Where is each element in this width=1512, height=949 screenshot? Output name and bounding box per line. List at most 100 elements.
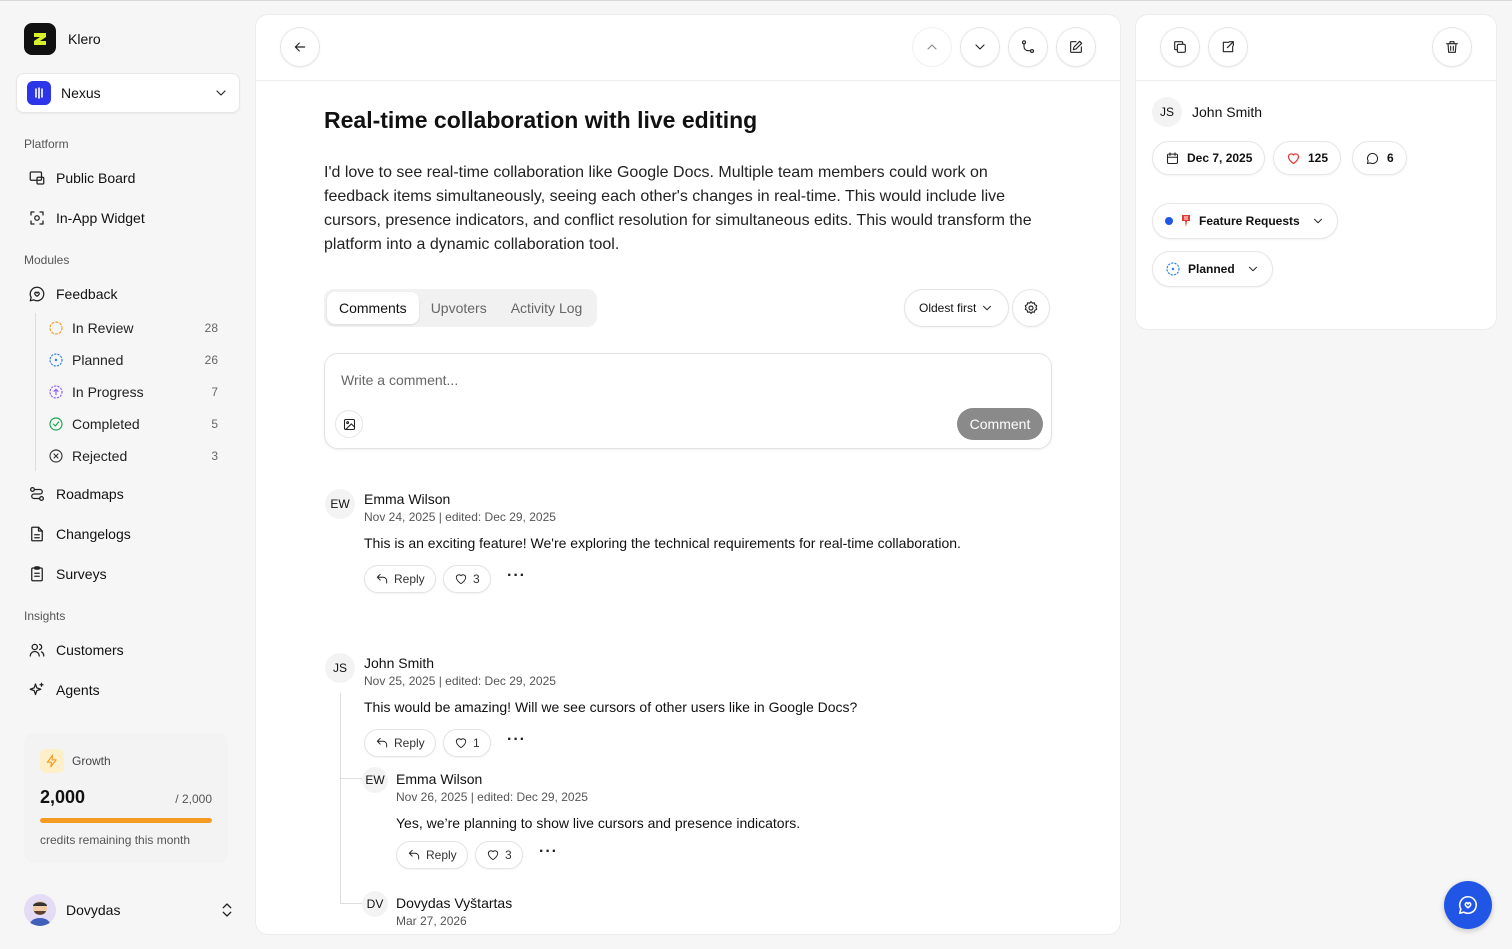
date-pill: Dec 7, 2025 xyxy=(1152,141,1266,175)
lightning-icon xyxy=(40,749,64,773)
credits-progress-bar xyxy=(40,818,212,823)
edit-button[interactable] xyxy=(1056,27,1096,67)
like-button[interactable]: 1 xyxy=(443,729,491,757)
copy-icon xyxy=(1174,41,1186,53)
sidebar-item-feedback[interactable]: Feedback xyxy=(20,277,240,311)
comment-meta: Nov 24, 2025 | edited: Dec 29, 2025 xyxy=(364,510,556,524)
comment-composer: Write a comment... Comment xyxy=(324,353,1052,449)
comment-author: Emma Wilson xyxy=(396,771,483,787)
section-platform: Platform xyxy=(24,137,69,151)
in-progress-status-icon xyxy=(49,385,63,399)
next-button[interactable] xyxy=(960,27,1000,67)
tree-line xyxy=(35,313,36,471)
avatar xyxy=(24,894,56,926)
comment-text: This is an exciting feature! We're explo… xyxy=(364,535,961,551)
klero-logo-icon xyxy=(24,23,56,55)
sidebar-item-in-app-widget[interactable]: In-App Widget xyxy=(20,201,240,235)
status-dropdown[interactable]: Planned xyxy=(1152,251,1273,287)
detail-toolbar xyxy=(256,15,1120,81)
brand[interactable]: Klero xyxy=(24,23,101,55)
duplicate-button[interactable] xyxy=(1160,27,1200,67)
reply-button[interactable]: Reply xyxy=(364,729,436,757)
details-toolbar xyxy=(1136,15,1496,81)
back-button[interactable] xyxy=(280,27,320,67)
comment-count: 6 xyxy=(1387,151,1394,165)
status-in-review[interactable]: In Review 28 xyxy=(48,314,218,342)
comment-input[interactable]: Write a comment... xyxy=(341,372,458,388)
section-insights: Insights xyxy=(24,609,66,623)
reply-icon xyxy=(376,737,388,748)
previous-button[interactable] xyxy=(912,27,952,67)
status-planned[interactable]: Planned 26 xyxy=(48,346,218,374)
reply-button[interactable]: Reply xyxy=(364,565,436,593)
heart-icon xyxy=(487,850,499,861)
reply-icon xyxy=(408,849,420,860)
credits-total: / 2,000 xyxy=(175,792,212,806)
planned-status-icon xyxy=(1166,262,1180,276)
comment-author: John Smith xyxy=(364,655,435,671)
like-button[interactable]: 3 xyxy=(443,565,491,593)
external-link-icon xyxy=(1222,41,1234,53)
workspace-switcher[interactable]: Nexus xyxy=(16,73,240,113)
sort-label: Oldest first xyxy=(919,301,977,315)
edit-icon xyxy=(1070,40,1083,53)
thread-line xyxy=(340,693,341,903)
planned-status-icon xyxy=(49,353,63,367)
reply-button[interactable]: Reply xyxy=(396,841,468,869)
sidebar-item-label: Roadmaps xyxy=(56,486,124,502)
status-rejected[interactable]: Rejected 3 xyxy=(48,442,218,470)
sidebar-item-agents[interactable]: Agents xyxy=(20,673,240,707)
post-date: Dec 7, 2025 xyxy=(1187,151,1253,165)
chevron-down-icon xyxy=(216,90,226,96)
chevron-down-icon xyxy=(975,44,985,50)
votes-pill[interactable]: 125 xyxy=(1273,141,1342,175)
status-in-progress[interactable]: In Progress 7 xyxy=(48,378,218,406)
merge-button[interactable] xyxy=(1008,27,1048,67)
tab-activity-log[interactable]: Activity Log xyxy=(499,292,595,324)
status-completed[interactable]: Completed 5 xyxy=(48,410,218,438)
sidebar-item-label: Agents xyxy=(56,682,100,698)
post-author[interactable]: JS John Smith xyxy=(1152,97,1262,127)
delete-button[interactable] xyxy=(1432,27,1472,67)
open-external-button[interactable] xyxy=(1208,27,1248,67)
like-count: 3 xyxy=(473,572,480,586)
status-count: 26 xyxy=(204,353,218,367)
sidebar-item-roadmaps[interactable]: Roadmaps xyxy=(20,477,240,511)
tab-comments[interactable]: Comments xyxy=(327,292,419,324)
more-options-button[interactable]: ··· xyxy=(507,731,526,749)
support-chat-button[interactable] xyxy=(1444,881,1492,929)
board-dropdown[interactable]: Feature Requests xyxy=(1152,203,1338,239)
like-button[interactable]: 3 xyxy=(475,841,523,869)
chevron-down-icon xyxy=(1248,266,1257,272)
chevron-down-icon xyxy=(1313,218,1322,224)
sidebar-item-label: Surveys xyxy=(56,566,107,582)
sidebar-item-customers[interactable]: Customers xyxy=(20,633,240,667)
post-description: I'd love to see real-time collaboration … xyxy=(324,164,1032,253)
board-name: Feature Requests xyxy=(1199,214,1300,228)
nexus-logo-icon xyxy=(27,81,51,105)
comment-avatar: DV xyxy=(362,891,388,917)
sort-dropdown[interactable]: Oldest first xyxy=(904,289,1010,327)
sidebar-item-label: Changelogs xyxy=(56,526,131,542)
more-options-button[interactable]: ··· xyxy=(539,843,558,861)
attach-image-button[interactable] xyxy=(335,410,363,438)
comment-submit-button[interactable]: Comment xyxy=(957,408,1043,440)
sidebar-item-changelogs[interactable]: Changelogs xyxy=(20,517,240,551)
sidebar-item-public-board[interactable]: Public Board xyxy=(20,161,240,195)
comment-text: This would be amazing! Will we see curso… xyxy=(364,699,858,715)
sidebar-item-label: In-App Widget xyxy=(56,210,145,226)
rejected-status-icon xyxy=(49,449,63,463)
tab-upvoters[interactable]: Upvoters xyxy=(419,292,499,324)
user-menu[interactable]: Dovydas xyxy=(24,893,236,927)
comment-meta: Mar 27, 2026 xyxy=(396,914,467,928)
users-icon xyxy=(29,643,45,657)
heart-icon xyxy=(1287,152,1300,164)
git-merge-icon xyxy=(1021,40,1035,54)
chevrons-up-down-icon xyxy=(222,903,232,917)
comment-settings-button[interactable] xyxy=(1012,289,1050,327)
chevron-down-icon xyxy=(983,305,992,311)
feedback-chat-icon xyxy=(29,286,45,302)
details-panel: JS John Smith Dec 7, 2025 125 6 Feature … xyxy=(1136,15,1496,329)
sidebar-item-surveys[interactable]: Surveys xyxy=(20,557,240,591)
more-options-button[interactable]: ··· xyxy=(507,567,526,585)
